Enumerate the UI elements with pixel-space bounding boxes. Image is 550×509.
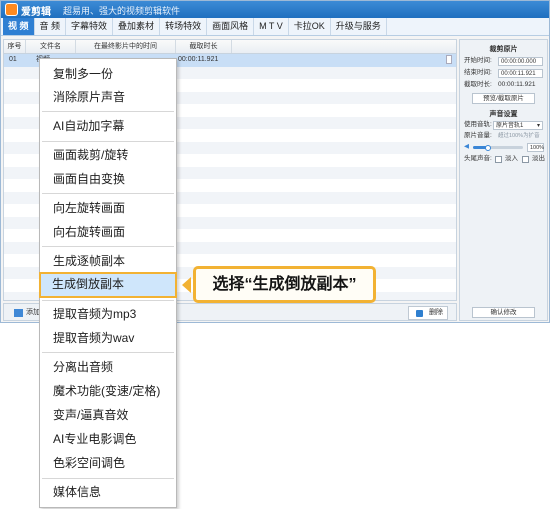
tab-audio[interactable]: 音 频 bbox=[35, 18, 67, 35]
cell-index: 01 bbox=[9, 56, 17, 63]
column-header-filename[interactable]: 文件名 bbox=[26, 40, 76, 53]
tab-mtv[interactable]: M T V bbox=[254, 18, 289, 35]
clip-section-title: 裁剪原片 bbox=[489, 46, 518, 53]
tab-overlay[interactable]: 叠加素材 bbox=[113, 18, 161, 35]
cell-duration: 00:00:11.921 bbox=[178, 56, 219, 63]
fade-in-checkbox[interactable] bbox=[495, 156, 502, 163]
menu-item-frame-copy[interactable]: 生成逐帧副本 bbox=[40, 249, 176, 273]
app-name: 爱剪辑 bbox=[21, 7, 51, 18]
tab-upgrade-service[interactable]: 升级与服务 bbox=[331, 18, 387, 35]
menu-separator bbox=[42, 352, 174, 353]
volume-hint: 超过100%为扩音 bbox=[498, 133, 540, 139]
menu-item-reverse-copy[interactable]: 生成倒放副本 bbox=[39, 272, 177, 298]
menu-item-color-space[interactable]: 色彩空间调色 bbox=[40, 451, 176, 475]
menu-item-separate-audio[interactable]: 分离出音频 bbox=[40, 355, 176, 379]
column-header-index[interactable]: 序号 bbox=[4, 40, 26, 53]
app-logo-icon bbox=[5, 3, 18, 16]
speaker-icon: ◀ bbox=[464, 143, 469, 150]
audio-track-select[interactable]: 原片音轨1 ▾ bbox=[493, 121, 543, 130]
menu-separator bbox=[42, 111, 174, 112]
menu-item-rotate-left[interactable]: 向左旋转画面 bbox=[40, 196, 176, 220]
fade-out-label: 淡出 bbox=[532, 155, 545, 162]
clip-settings-panel: 裁剪原片 开始时间: 00:00:00.000 结束时间: 00:00:11.9… bbox=[459, 39, 548, 321]
row-options-icon[interactable] bbox=[446, 55, 452, 64]
menu-item-extract-mp3[interactable]: 提取音频为mp3 bbox=[40, 302, 176, 326]
menu-item-extract-wav[interactable]: 提取音频为wav bbox=[40, 326, 176, 350]
chevron-down-icon: ▾ bbox=[536, 123, 540, 129]
menu-item-ai-subtitles[interactable]: AI自动加字幕 bbox=[40, 114, 176, 138]
duration-label: 截取时长: bbox=[464, 81, 492, 88]
fade-out-checkbox[interactable] bbox=[522, 156, 529, 163]
tab-transitions[interactable]: 转场特效 bbox=[160, 18, 208, 35]
menu-item-voice-effects[interactable]: 变声/逼真音效 bbox=[40, 403, 176, 427]
end-time-label: 结束时间: bbox=[464, 69, 492, 76]
fade-label: 头尾声音: bbox=[464, 155, 492, 162]
menu-separator bbox=[42, 141, 174, 142]
callout-arrow bbox=[182, 277, 191, 293]
volume-label: 原片音量: bbox=[464, 132, 492, 139]
menu-item-magic-functions[interactable]: 魔术功能(变速/定格) bbox=[40, 379, 176, 403]
menu-item-crop-rotate[interactable]: 画面裁剪/旋转 bbox=[40, 143, 176, 167]
table-header: 序号 文件名 在最终影片中的时间 截取时长 bbox=[4, 40, 456, 54]
menu-separator bbox=[42, 300, 174, 301]
delete-label: 删除 bbox=[429, 309, 443, 316]
menu-separator bbox=[42, 193, 174, 194]
menu-item-rotate-right[interactable]: 向右旋转画面 bbox=[40, 220, 176, 244]
add-video-icon bbox=[14, 309, 23, 317]
tab-video[interactable]: 视 频 bbox=[3, 18, 35, 35]
duration-value: 00:00:11.921 bbox=[498, 81, 536, 88]
title-bar: 爱剪辑 超易用、强大的视频剪辑软件 bbox=[1, 1, 549, 18]
start-time-field[interactable]: 00:00:00.000 bbox=[498, 57, 543, 66]
callout-text: 选择“生成倒放副本” bbox=[212, 276, 357, 293]
column-header-time[interactable]: 在最终影片中的时间 bbox=[76, 40, 176, 53]
sound-section-title: 声音设置 bbox=[489, 111, 518, 118]
column-header-duration[interactable]: 截取时长 bbox=[176, 40, 232, 53]
audio-track-value: 原片音轨1 bbox=[496, 123, 524, 129]
menu-item-ai-color-grading[interactable]: AI专业电影调色 bbox=[40, 427, 176, 451]
column-header-filler bbox=[232, 40, 456, 53]
volume-slider-handle[interactable] bbox=[485, 144, 491, 151]
app-slogan: 超易用、强大的视频剪辑软件 bbox=[63, 6, 181, 16]
menu-item-media-info[interactable]: 媒体信息 bbox=[40, 480, 176, 504]
menu-item-mute-original[interactable]: 消除原片声音 bbox=[40, 85, 176, 109]
tab-karaoke[interactable]: 卡拉OK bbox=[289, 18, 331, 35]
volume-slider[interactable] bbox=[473, 144, 523, 151]
trash-icon bbox=[416, 310, 423, 317]
fade-in-label: 淡入 bbox=[505, 155, 518, 162]
tab-subtitle-effects[interactable]: 字幕特效 bbox=[66, 18, 114, 35]
main-tab-bar: 视 频 音 频 字幕特效 叠加素材 转场特效 画面风格 M T V 卡拉OK 升… bbox=[1, 18, 549, 36]
tab-picture-style[interactable]: 画面风格 bbox=[207, 18, 255, 35]
context-menu: 复制多一份 消除原片声音 AI自动加字幕 画面裁剪/旋转 画面自由变换 向左旋转… bbox=[39, 58, 177, 508]
instruction-callout: 选择“生成倒放副本” bbox=[193, 266, 376, 303]
menu-separator bbox=[42, 478, 174, 479]
menu-item-free-transform[interactable]: 画面自由变换 bbox=[40, 167, 176, 191]
menu-separator bbox=[42, 246, 174, 247]
start-time-label: 开始时间: bbox=[464, 57, 492, 64]
volume-field[interactable]: 100% bbox=[527, 143, 544, 152]
confirm-changes-button[interactable]: 确认修改 bbox=[472, 307, 535, 318]
menu-item-duplicate[interactable]: 复制多一份 bbox=[40, 62, 176, 86]
end-time-field[interactable]: 00:00:11.921 bbox=[498, 69, 543, 78]
delete-button[interactable]: 删除 bbox=[408, 306, 448, 320]
audio-track-label: 使用音轨: bbox=[464, 121, 492, 128]
preview-clip-button[interactable]: 预览/截取原片 bbox=[472, 93, 535, 104]
